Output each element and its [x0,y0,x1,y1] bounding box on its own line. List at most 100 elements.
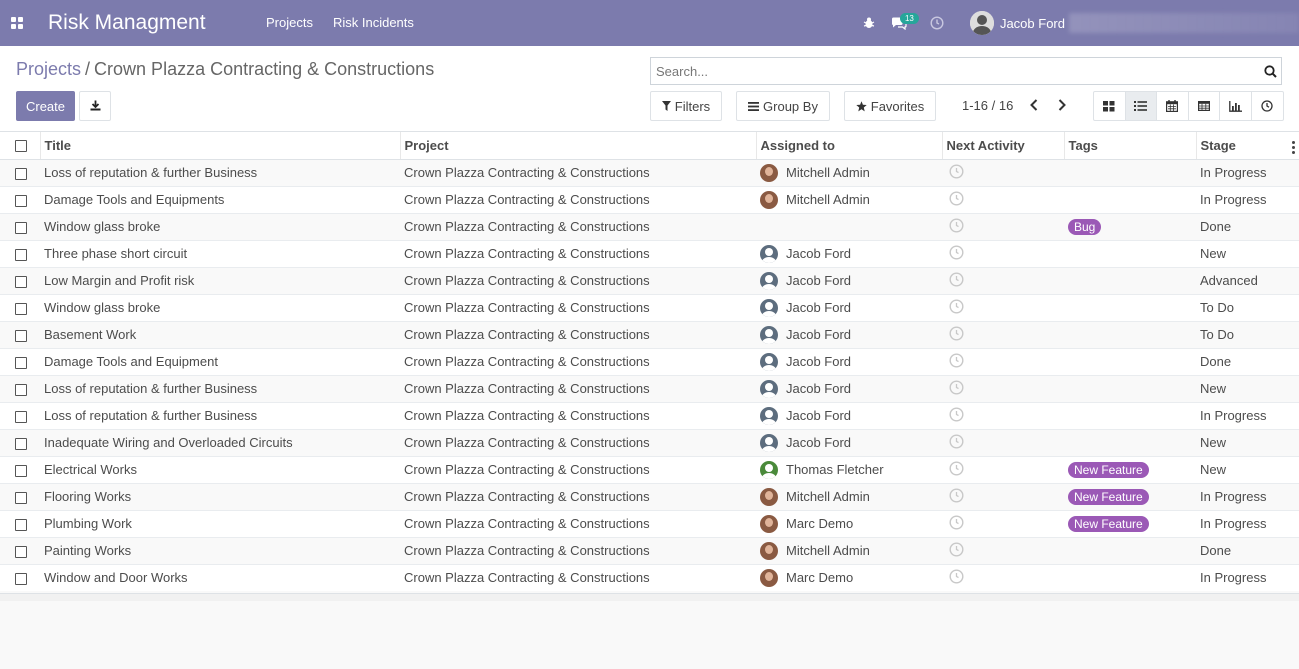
activity-clock-icon[interactable] [949,460,964,476]
activity-clock-icon[interactable] [949,271,964,287]
row-checkbox[interactable] [15,437,27,450]
table-row[interactable]: Three phase short circuit Crown Plazza Co… [0,239,1299,267]
activity-clock-icon[interactable] [949,569,964,584]
assignee[interactable]: Jacob Ford [760,271,942,290]
pager-value[interactable]: 1-16 / 16 [962,98,1013,113]
row-checkbox[interactable] [15,491,27,504]
row-select-cell [0,347,40,375]
kanban-view-icon[interactable] [1094,92,1126,120]
bug-icon[interactable] [854,0,884,46]
pager-next-icon[interactable] [1053,96,1071,114]
table-row[interactable]: Loss of reputation & further Business Cro… [0,401,1299,429]
assignee[interactable]: Jacob Ford [760,406,942,425]
row-checkbox[interactable] [15,329,27,342]
column-header-title[interactable]: Title [40,132,401,160]
assignee[interactable]: Mitchell Admin [760,190,942,209]
activity-clock-icon[interactable] [949,325,964,341]
breadcrumb-projects-link[interactable]: Projects [16,59,81,79]
favorites-button[interactable]: Favorites [844,91,936,121]
assignee[interactable]: Jacob Ford [760,244,942,263]
assignee[interactable]: Jacob Ford [760,298,942,317]
assignee[interactable]: Jacob Ford [760,433,942,452]
table-row[interactable]: Loss of reputation & further Business Cro… [0,374,1299,402]
table-row[interactable]: Plumbing Work Crown Plazza Contracting & … [0,509,1299,537]
activity-view-icon[interactable] [1252,92,1284,120]
table-row[interactable]: Window glass broke Crown Plazza Contracti… [0,212,1299,240]
row-checkbox[interactable] [15,572,27,585]
activity-clock-icon[interactable] [949,217,964,233]
assignee[interactable]: Jacob Ford [760,325,942,344]
cell-assigned-to: Jacob Ford [756,401,942,429]
activity-clock-icon[interactable] [949,514,964,530]
column-header-next-activity[interactable]: Next Activity [942,132,1065,160]
list-view-icon[interactable] [1125,92,1157,120]
activity-clock-icon[interactable] [949,163,964,179]
table-row[interactable]: Window glass broke Crown Plazza Contracti… [0,293,1299,321]
table-row[interactable]: Window and Door Works Crown Plazza Contra… [0,563,1299,591]
table-row[interactable]: Electrical Works Crown Plazza Contracting… [0,455,1299,483]
table-row[interactable]: Basement Work Crown Plazza Contracting & … [0,320,1299,348]
assignee[interactable]: Mitchell Admin [760,487,942,506]
app-title[interactable]: Risk Managment [48,11,256,35]
activity-clock-icon[interactable] [949,406,964,422]
row-checkbox[interactable] [15,383,27,396]
apps-menu-icon[interactable] [0,0,34,46]
row-checkbox[interactable] [15,518,27,531]
row-checkbox[interactable] [15,194,27,207]
column-header-assigned-to[interactable]: Assigned to [756,132,943,160]
assignee[interactable]: Jacob Ford [760,379,942,398]
column-header-stage[interactable]: Stage [1196,132,1299,160]
table-row[interactable]: Low Margin and Profit risk Crown Plazza C… [0,266,1299,294]
row-checkbox[interactable] [15,167,27,180]
assignee[interactable]: Jacob Ford [760,352,942,371]
row-checkbox[interactable] [15,410,27,423]
graph-view-icon[interactable] [1220,92,1252,120]
row-checkbox[interactable] [15,221,27,234]
activity-clock-icon[interactable] [949,298,964,314]
activity-clock-icon[interactable] [949,244,964,260]
cell-next-activity [942,455,1064,483]
row-checkbox[interactable] [15,275,27,288]
row-checkbox[interactable] [15,545,27,558]
select-all-checkbox[interactable] [15,140,27,153]
activity-clock-icon[interactable] [922,0,952,46]
activity-clock-icon[interactable] [949,487,964,503]
messages-icon[interactable]: 13 [884,0,919,46]
pager-previous-icon[interactable] [1025,96,1043,114]
assignee[interactable]: Mitchell Admin [760,163,942,182]
column-options-icon[interactable] [1292,141,1295,154]
menu-projects[interactable]: Projects [256,0,323,46]
table-row[interactable]: Inadequate Wiring and Overloaded Circuit… [0,428,1299,456]
table-row[interactable]: Loss of reputation & further Business Cro… [0,158,1299,186]
search-icon[interactable] [1259,58,1281,84]
table-row[interactable]: Painting Works Crown Plazza Contracting &… [0,536,1299,564]
activity-clock-icon[interactable] [949,379,964,395]
download-button[interactable] [79,91,111,121]
row-checkbox[interactable] [15,248,27,261]
group-by-button[interactable]: Group By [736,91,830,121]
assignee[interactable]: Mitchell Admin [760,541,942,560]
row-checkbox[interactable] [15,464,27,477]
row-checkbox[interactable] [15,356,27,369]
menu-risk-incidents[interactable]: Risk Incidents [323,0,424,46]
activity-clock-icon[interactable] [949,190,964,206]
filters-button[interactable]: Filters [650,91,722,121]
user-menu[interactable]: Jacob Ford [969,11,1299,35]
create-button[interactable]: Create [16,91,75,121]
search-input[interactable] [651,58,1259,84]
activity-clock-icon[interactable] [949,541,964,557]
activity-clock-icon[interactable] [949,433,964,449]
calendar-view-icon[interactable] [1157,92,1189,120]
table-row[interactable]: Damage Tools and Equipment Crown Plazza C… [0,347,1299,375]
table-row[interactable]: Flooring Works Crown Plazza Contracting &… [0,482,1299,510]
activity-clock-icon[interactable] [949,352,964,368]
pivot-view-icon[interactable] [1189,92,1220,120]
table-row[interactable]: Damage Tools and Equipments Crown Plazza … [0,185,1299,213]
column-header-project[interactable]: Project [400,132,757,160]
assignee[interactable]: Marc Demo [760,514,942,533]
row-checkbox[interactable] [15,302,27,315]
assignee-avatar [760,352,778,371]
assignee[interactable]: Marc Demo [760,568,942,587]
assignee[interactable]: Thomas Fletcher [760,460,942,479]
column-header-tags[interactable]: Tags [1064,132,1197,160]
